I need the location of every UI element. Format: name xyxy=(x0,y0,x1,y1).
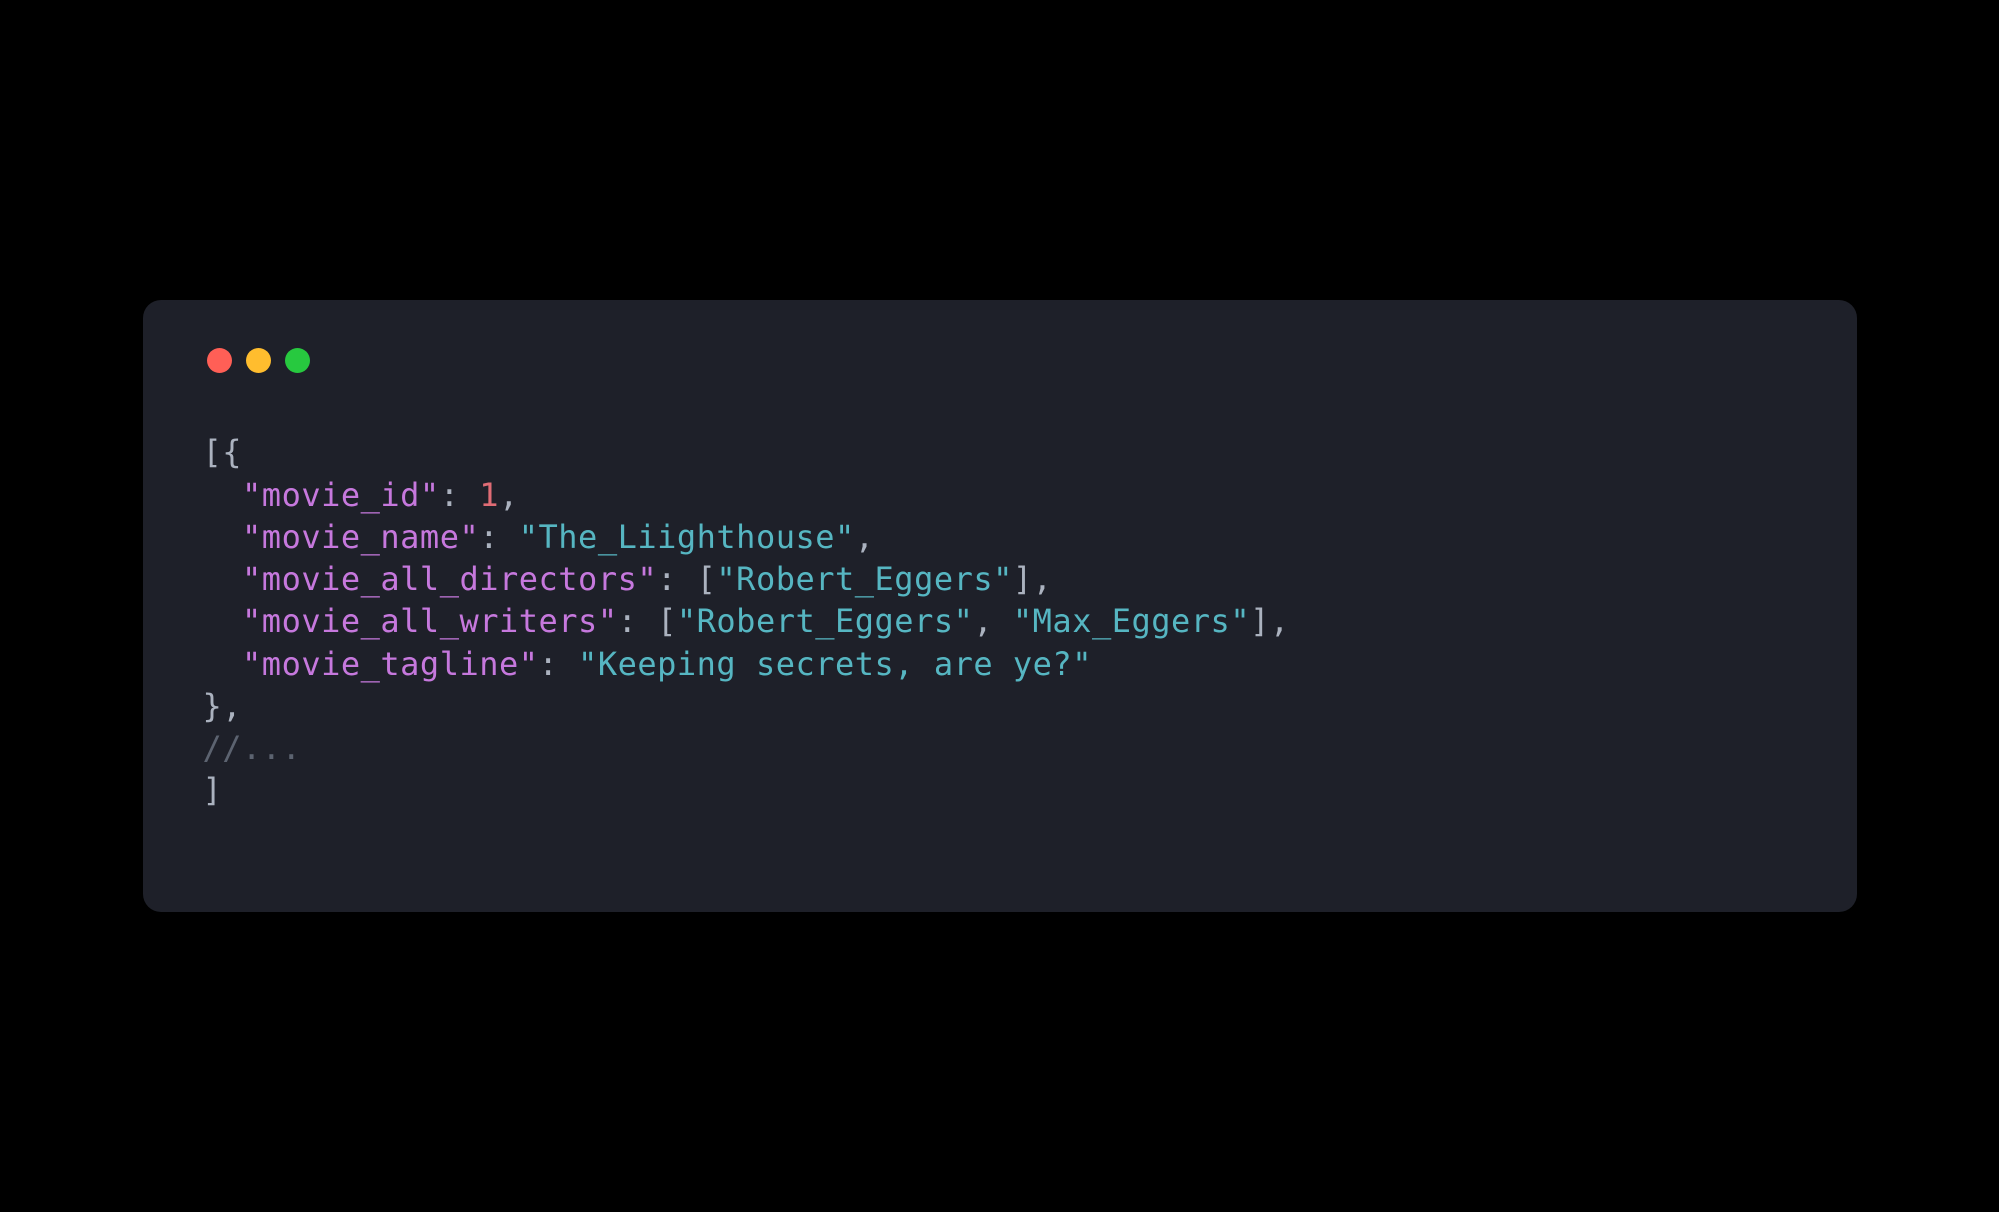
window-maximize-button[interactable] xyxy=(285,348,310,373)
code-token: }, xyxy=(203,687,243,725)
code-token: "movie_name" xyxy=(242,518,479,556)
code-token: ] xyxy=(203,771,223,809)
code-token: , xyxy=(499,476,519,514)
code-token: ], xyxy=(1013,560,1053,598)
code-token: , xyxy=(855,518,875,556)
code-token: : [ xyxy=(657,560,716,598)
code-token: //... xyxy=(203,729,302,767)
code-token: : xyxy=(440,476,480,514)
code-token: "movie_all_directors" xyxy=(242,560,657,598)
code-token: , xyxy=(973,602,1013,640)
code-window: [{ "movie_id": 1, "movie_name": "The_Lii… xyxy=(143,300,1857,911)
code-token: "Max_Eggers" xyxy=(1013,602,1250,640)
code-token: "Robert_Eggers" xyxy=(716,560,1012,598)
code-token: ], xyxy=(1250,602,1290,640)
code-token: "movie_tagline" xyxy=(242,645,538,683)
code-token: [{ xyxy=(203,433,243,471)
code-token: "Keeping secrets, are ye?" xyxy=(578,645,1092,683)
code-token: : xyxy=(479,518,519,556)
code-token: "movie_id" xyxy=(242,476,440,514)
window-controls xyxy=(203,348,1797,373)
code-token: : xyxy=(539,645,579,683)
code-content[interactable]: [{ "movie_id": 1, "movie_name": "The_Lii… xyxy=(203,431,1797,811)
code-token: "movie_all_writers" xyxy=(242,602,618,640)
window-close-button[interactable] xyxy=(207,348,232,373)
code-token: 1 xyxy=(479,476,499,514)
code-token: : [ xyxy=(618,602,677,640)
code-token: "Robert_Eggers" xyxy=(677,602,973,640)
code-token: "The_Liighthouse" xyxy=(519,518,855,556)
window-minimize-button[interactable] xyxy=(246,348,271,373)
